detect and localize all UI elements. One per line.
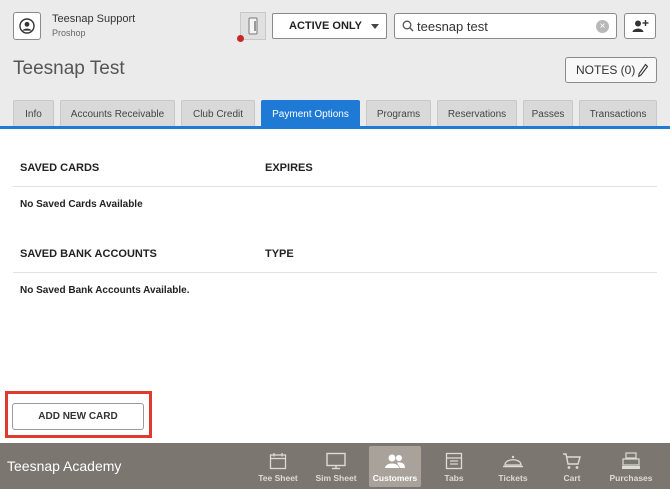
nav-customers[interactable]: Customers (369, 446, 421, 487)
tab-passes[interactable]: Passes (523, 100, 573, 128)
status-indicator (237, 35, 244, 42)
type-header: TYPE (265, 248, 294, 260)
add-new-card-button[interactable]: ADD NEW CARD (12, 403, 144, 430)
nav-purchases[interactable]: Purchases (605, 446, 657, 487)
register-icon (620, 451, 642, 471)
cart-icon (561, 451, 583, 471)
tab-payment-options[interactable]: Payment Options (261, 100, 360, 128)
notes-button[interactable]: NOTES (0) (565, 57, 657, 83)
nav-label: Customers (372, 473, 418, 483)
expires-header: EXPIRES (265, 162, 313, 174)
calendar-icon (267, 451, 289, 471)
nav-label: Purchases (609, 473, 653, 483)
add-user-icon (632, 20, 649, 32)
people-icon (384, 451, 406, 471)
user-name: Teesnap Support (52, 13, 136, 25)
tab-transactions[interactable]: Transactions (579, 100, 657, 128)
pencil-icon (638, 63, 649, 78)
add-customer-button[interactable] (624, 13, 656, 39)
card-reader-icon (248, 17, 258, 35)
no-saved-bank-accounts-message: No Saved Bank Accounts Available. (20, 285, 190, 296)
nav-label: Sim Sheet (315, 473, 357, 483)
nav-tickets[interactable]: Tickets (487, 446, 539, 487)
clear-search-icon[interactable]: × (596, 20, 609, 33)
divider (13, 272, 657, 273)
chevron-down-icon (371, 24, 379, 29)
nav-label: Cart (563, 473, 581, 483)
user-role: Proshop (52, 28, 86, 38)
nav-sim-sheet[interactable]: Sim Sheet (310, 446, 362, 487)
tab-accounts-receivable[interactable]: Accounts Receivable (60, 100, 175, 128)
tab-info[interactable]: Info (13, 100, 54, 128)
footer-nav: Teesnap Academy Tee Sheet Sim Sheet Cust… (0, 443, 670, 489)
divider (13, 186, 657, 187)
nav-label: Tabs (444, 473, 464, 483)
monitor-icon (325, 451, 347, 471)
tab-programs[interactable]: Programs (366, 100, 431, 128)
saved-bank-accounts-header: SAVED BANK ACCOUNTS (20, 248, 157, 260)
card-reader-button[interactable] (240, 12, 266, 40)
user-icon (19, 18, 35, 34)
no-saved-cards-message: No Saved Cards Available (20, 199, 143, 210)
nav-tee-sheet[interactable]: Tee Sheet (252, 446, 304, 487)
nav-label: Tickets (498, 473, 528, 483)
page-title: Teesnap Test (13, 58, 125, 79)
status-filter-value: ACTIVE ONLY (289, 20, 362, 32)
customer-search[interactable]: × (394, 13, 617, 39)
academy-link[interactable]: Teesnap Academy (7, 458, 121, 474)
nav-label: Tee Sheet (258, 473, 298, 483)
cloche-icon (502, 451, 524, 471)
nav-tabs[interactable]: Tabs (428, 446, 480, 487)
tabs-icon (443, 451, 465, 471)
status-filter-select[interactable]: ACTIVE ONLY (272, 13, 387, 39)
search-icon (402, 20, 414, 32)
saved-cards-header: SAVED CARDS (20, 162, 100, 174)
search-input[interactable] (417, 17, 587, 35)
tab-reservations[interactable]: Reservations (437, 100, 517, 128)
notes-label: NOTES (0) (576, 63, 636, 77)
nav-cart[interactable]: Cart (546, 446, 598, 487)
tab-underline (0, 126, 670, 129)
user-avatar-button[interactable] (13, 12, 41, 40)
tab-club-credit[interactable]: Club Credit (181, 100, 255, 128)
